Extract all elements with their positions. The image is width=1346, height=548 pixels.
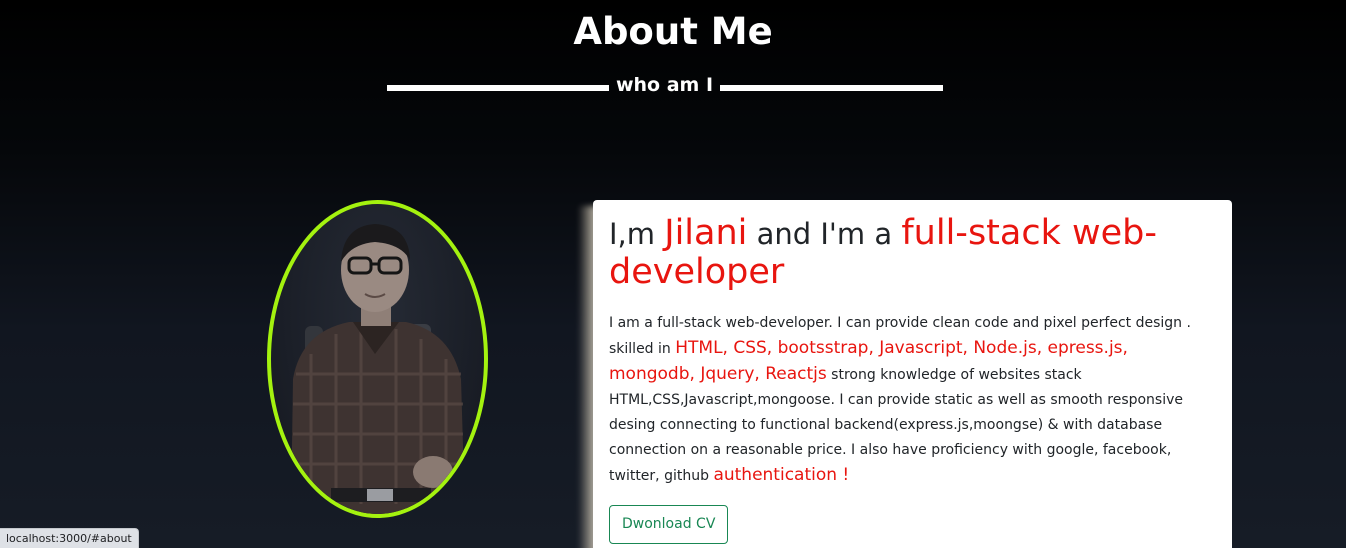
profile-photo	[267, 200, 488, 518]
section-title: About Me	[573, 10, 773, 53]
about-headline: I,m Jilani and I'm a full-stack web-deve…	[609, 214, 1216, 292]
status-bar-url: localhost:3000/#about	[0, 528, 139, 548]
subtitle-row: who am I	[387, 70, 943, 100]
headline-prefix: I,m	[609, 217, 665, 251]
headline-middle: and I'm a	[747, 217, 902, 251]
download-cv-button[interactable]: Dwonload CV	[609, 505, 729, 544]
person-portrait-icon	[291, 224, 465, 514]
subtitle-divider-left	[387, 85, 609, 91]
belt-buckle	[367, 489, 393, 501]
auth-highlight: authentication !	[713, 465, 850, 485]
section-subtitle: who am I	[615, 74, 714, 96]
about-bio: I am a full-stack web-developer. I can p…	[609, 311, 1216, 489]
about-card: I,m Jilani and I'm a full-stack web-deve…	[593, 200, 1232, 548]
bio-text-2: strong knowledge of websites stack HTML,…	[609, 367, 1184, 484]
hand	[413, 456, 453, 488]
headline-name: Jilani	[664, 213, 748, 253]
subtitle-divider-right	[720, 85, 943, 91]
